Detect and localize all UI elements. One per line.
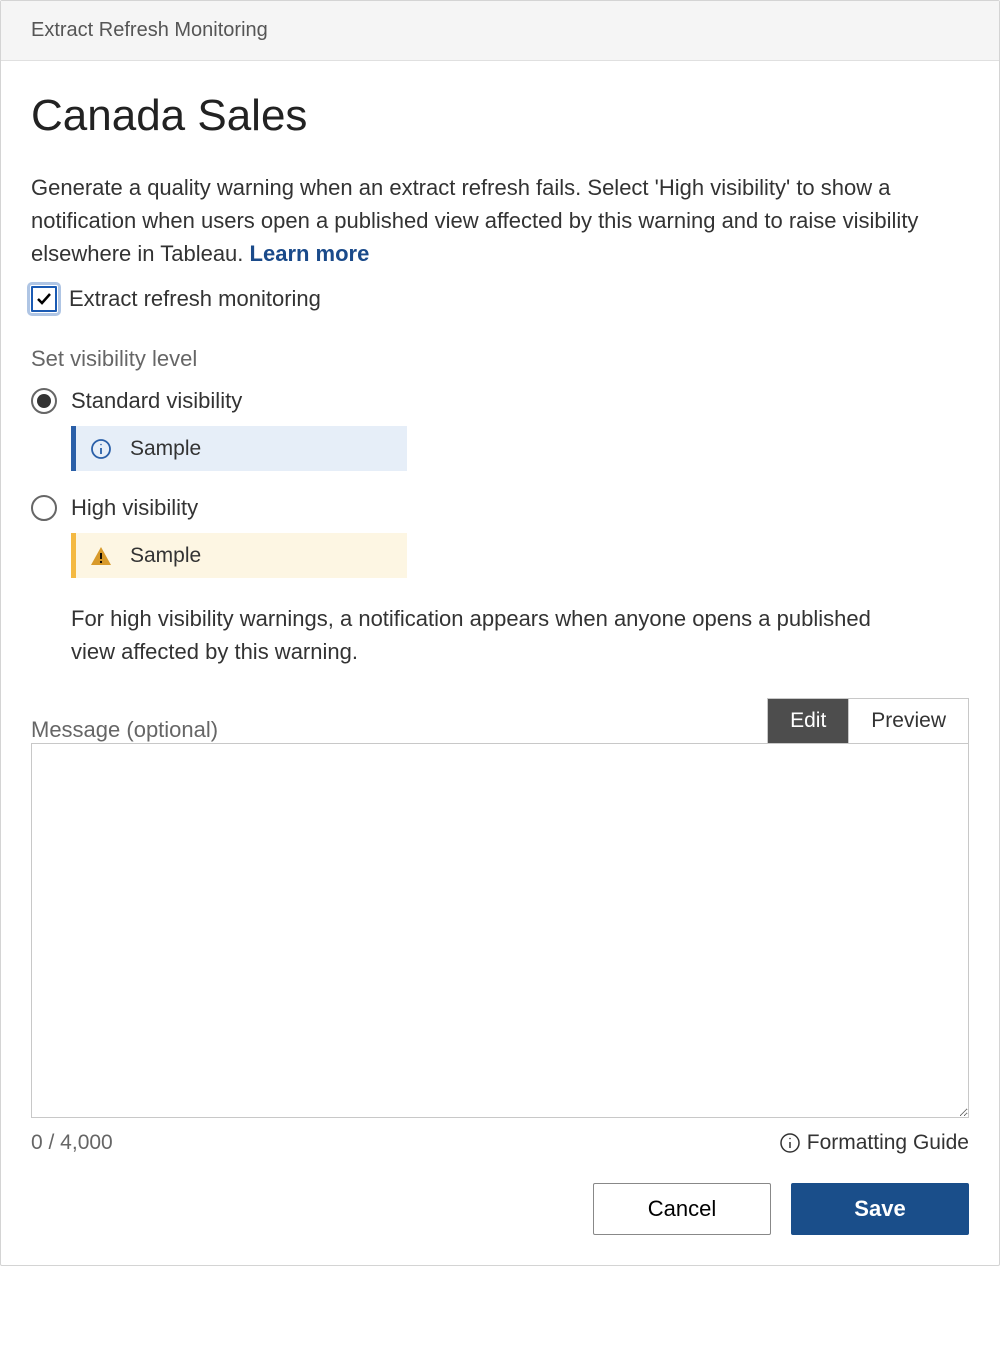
high-visibility-label[interactable]: High visibility (71, 495, 198, 521)
dialog-header-title: Extract Refresh Monitoring (31, 19, 268, 41)
standard-visibility-label[interactable]: Standard visibility (71, 388, 242, 414)
dialog-footer: Cancel Save (31, 1183, 969, 1235)
standard-visibility-row: Standard visibility (31, 388, 969, 414)
info-icon (90, 438, 112, 460)
message-header: Message (optional) Edit Preview (31, 698, 969, 743)
cancel-button[interactable]: Cancel (593, 1183, 771, 1235)
char-count: 0 / 4,000 (31, 1131, 113, 1155)
formatting-guide-text: Formatting Guide (807, 1131, 969, 1155)
high-visibility-row: High visibility (31, 495, 969, 521)
tab-edit[interactable]: Edit (768, 699, 848, 743)
high-visibility-radio[interactable] (31, 495, 57, 521)
standard-sample-text: Sample (130, 437, 201, 461)
high-visibility-description: For high visibility warnings, a notifica… (71, 602, 901, 668)
high-sample-text: Sample (130, 544, 201, 568)
message-footer: 0 / 4,000 Formatting Guide (31, 1131, 969, 1155)
page-title: Canada Sales (31, 91, 969, 141)
description-body: Generate a quality warning when an extra… (31, 175, 918, 266)
save-button[interactable]: Save (791, 1183, 969, 1235)
standard-sample-box: Sample (71, 426, 407, 471)
extract-refresh-dialog: Extract Refresh Monitoring Canada Sales … (0, 0, 1000, 1266)
monitoring-checkbox-row: Extract refresh monitoring (31, 286, 969, 312)
message-label: Message (optional) (31, 717, 218, 743)
radio-selected-dot (37, 394, 51, 408)
check-icon (35, 290, 53, 308)
warning-icon (90, 545, 112, 567)
message-textarea[interactable] (31, 743, 969, 1118)
monitoring-checkbox[interactable] (31, 286, 57, 312)
dialog-header: Extract Refresh Monitoring (1, 1, 999, 61)
description-text: Generate a quality warning when an extra… (31, 171, 969, 270)
monitoring-checkbox-label[interactable]: Extract refresh monitoring (69, 286, 321, 312)
tab-preview[interactable]: Preview (848, 699, 968, 743)
info-icon (779, 1132, 801, 1154)
visibility-section-label: Set visibility level (31, 346, 969, 372)
standard-visibility-radio[interactable] (31, 388, 57, 414)
message-tabs: Edit Preview (767, 698, 969, 743)
formatting-guide-link[interactable]: Formatting Guide (779, 1131, 969, 1155)
learn-more-link[interactable]: Learn more (250, 241, 370, 266)
high-sample-box: Sample (71, 533, 407, 578)
dialog-body: Canada Sales Generate a quality warning … (1, 61, 999, 1265)
